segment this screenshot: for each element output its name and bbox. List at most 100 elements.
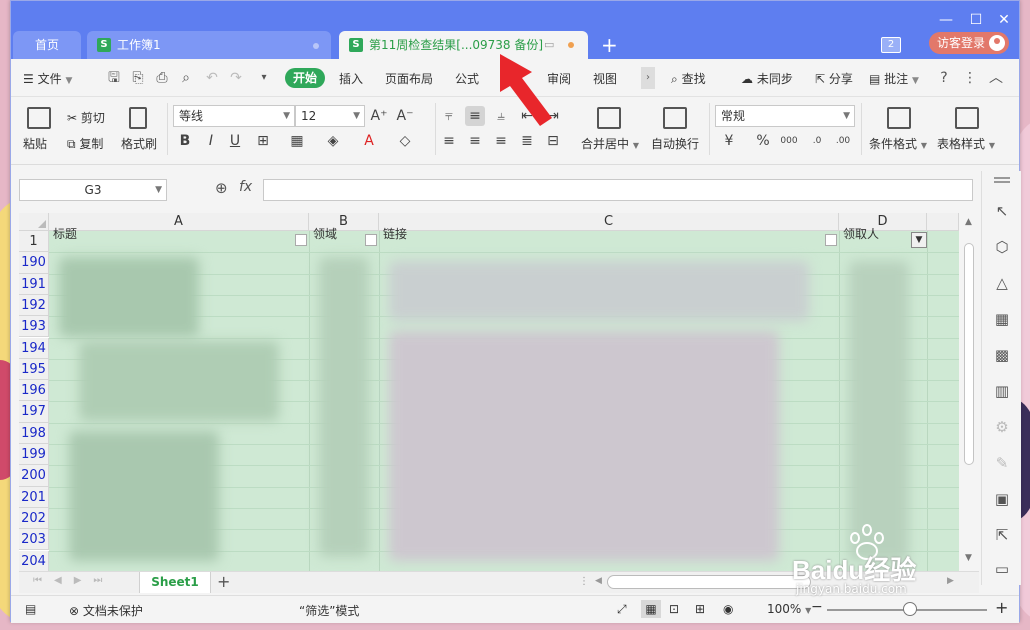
edit-icon[interactable]: ✎ (992, 453, 1012, 473)
italic-icon[interactable]: I (201, 131, 221, 151)
paste-icon[interactable] (27, 107, 51, 129)
grid-view-icon[interactable]: ▩ (992, 345, 1012, 365)
conditional-format-icon[interactable] (887, 107, 911, 129)
tab-review[interactable]: 审阅 (547, 70, 571, 87)
share-out-icon[interactable]: ⇱ (992, 525, 1012, 545)
close-icon[interactable]: ✕ (991, 11, 1017, 29)
vertical-scroll-thumb[interactable] (964, 243, 974, 465)
copy-button[interactable]: ⧉ 复制 (67, 135, 103, 152)
zoom-in-icon[interactable]: + (995, 598, 1008, 617)
font-size-select[interactable]: 12 ▼ (295, 105, 365, 127)
archive-icon[interactable]: ▭ (992, 559, 1012, 579)
minimize-icon[interactable]: — (933, 11, 959, 29)
new-tab-icon[interactable]: + (601, 33, 618, 57)
sheet-nav-arrows-icon[interactable]: ⏮◀▶⏭ (33, 575, 114, 586)
row-header[interactable]: 197 (19, 401, 49, 423)
doc-grid-icon[interactable]: ▤ (25, 602, 36, 616)
row-header[interactable]: 200 (19, 465, 49, 487)
sheet-tab-sheet1[interactable]: Sheet1 (139, 572, 211, 593)
cursor-select-icon[interactable]: ↖ (992, 201, 1012, 221)
format-painter-button[interactable]: 格式刷 (121, 135, 157, 152)
monitor-icon[interactable]: ▭ (544, 31, 554, 59)
decrease-font-icon[interactable]: A⁻ (395, 106, 415, 126)
sync-button[interactable]: ☁ 未同步 (741, 70, 793, 87)
zoom-slider-knob[interactable] (903, 602, 917, 616)
filter-dropdown-icon[interactable] (825, 234, 837, 246)
scroll-split-icon[interactable]: ⋮ (579, 576, 589, 587)
save-icon[interactable]: 🖫 (105, 69, 123, 87)
row-header[interactable]: 194 (19, 337, 49, 359)
collapse-ribbon-icon[interactable]: ︿ (987, 69, 1005, 87)
column-header-a[interactable]: A (49, 213, 309, 231)
distributed-icon[interactable]: ⊟ (543, 131, 563, 151)
filter-dropdown-icon[interactable] (365, 234, 377, 246)
zoom-out-icon[interactable]: − (811, 599, 823, 615)
image-icon[interactable]: ▣ (992, 489, 1012, 509)
name-box[interactable]: G3 ▼ (19, 179, 167, 201)
percent-icon[interactable]: % (753, 131, 773, 151)
function-icon[interactable]: fx (239, 179, 252, 195)
maximize-icon[interactable]: ☐ (963, 11, 989, 29)
tab-start[interactable]: 开始 (285, 68, 325, 88)
merge-center-icon[interactable] (597, 107, 621, 129)
fill-color-icon[interactable]: ◈ (323, 131, 343, 151)
row-header[interactable]: 1 (19, 231, 49, 253)
horizontal-scroll-thumb[interactable] (607, 575, 811, 589)
row-header[interactable]: 198 (19, 422, 49, 444)
tab-data[interactable]: 数 (501, 70, 513, 87)
tab-home[interactable]: 首页 (13, 31, 81, 59)
row-header[interactable]: 192 (19, 294, 49, 317)
zoom-formula-icon[interactable]: ⊕ (215, 179, 228, 197)
more-options-icon[interactable]: ⋮ (961, 69, 979, 87)
redo-icon[interactable]: ↷ (227, 69, 245, 87)
settings-icon[interactable]: ⚙ (992, 417, 1012, 437)
tab-active-document[interactable]: S 第11周检查结果[...09738 备份] ▭ (339, 31, 588, 59)
more-tabs-icon[interactable]: › (641, 67, 655, 89)
increase-decimal-icon[interactable]: .0 (807, 131, 827, 151)
row-header[interactable]: 191 (19, 273, 49, 295)
quick-access-dropdown-icon[interactable]: ▾ (255, 69, 273, 87)
table-style-button[interactable]: 表格样式 ▼ (937, 135, 995, 152)
tab-page-layout[interactable]: 页面布局 (385, 70, 433, 87)
row-header[interactable]: 204 (19, 550, 49, 571)
scroll-up-icon[interactable]: ▲ (965, 217, 972, 227)
font-name-select[interactable]: 等线 ▼ (173, 105, 295, 127)
row-header[interactable]: 196 (19, 380, 49, 402)
window-count-badge[interactable]: 2 (881, 37, 901, 53)
print-icon[interactable]: ⎙ (153, 69, 171, 87)
scroll-left-icon[interactable]: ◀ (595, 576, 602, 586)
align-top-icon[interactable]: ⫧ (439, 106, 459, 126)
zoom-level[interactable]: 100% ▼ (767, 602, 811, 616)
align-right-icon[interactable]: ≡ (491, 131, 511, 151)
indent-increase-icon[interactable]: ⇥ (543, 106, 563, 126)
eye-protection-icon[interactable]: ◉ (723, 602, 733, 616)
conditional-format-button[interactable]: 条件格式 ▼ (869, 135, 927, 152)
thousands-separator-icon[interactable]: 000 (779, 131, 799, 151)
chart-icon[interactable]: ▥ (992, 381, 1012, 401)
wrap-text-button[interactable]: 自动换行 (651, 135, 699, 152)
row-header[interactable]: 201 (19, 486, 49, 508)
align-center-icon[interactable]: ≡ (465, 131, 485, 151)
align-bottom-icon[interactable]: ⫨ (491, 106, 511, 126)
underline-icon[interactable]: U (225, 131, 245, 151)
comment-button[interactable]: ▤ 批注 ▼ (869, 70, 919, 87)
add-sheet-icon[interactable]: + (217, 572, 230, 591)
column-header-e[interactable] (927, 213, 959, 231)
paste-button[interactable]: 粘贴 (23, 135, 47, 152)
select-all-corner[interactable] (19, 213, 49, 231)
currency-icon[interactable]: ¥ (719, 131, 739, 151)
guest-login-button[interactable]: 访客登录 (929, 32, 1009, 54)
border-icon[interactable]: ⊞ (253, 131, 273, 151)
align-middle-icon[interactable]: ≡ (465, 106, 485, 126)
table-icon[interactable]: ▦ (992, 309, 1012, 329)
row-header[interactable]: 195 (19, 358, 49, 381)
row-header[interactable]: 190 (19, 252, 49, 274)
filter-dropdown-icon[interactable] (295, 234, 307, 246)
find-button[interactable]: ⌕ 查找 (671, 70, 706, 87)
align-left-icon[interactable]: ≡ (439, 131, 459, 151)
filter-active-icon[interactable]: ▼ (911, 232, 927, 248)
page-break-view-icon[interactable]: ⊞ (695, 602, 705, 616)
protect-status[interactable]: ⊗ 文档未保护 (69, 602, 143, 619)
indent-decrease-icon[interactable]: ⇤ (517, 106, 537, 126)
page-layout-view-icon[interactable]: ⊡ (669, 602, 679, 616)
